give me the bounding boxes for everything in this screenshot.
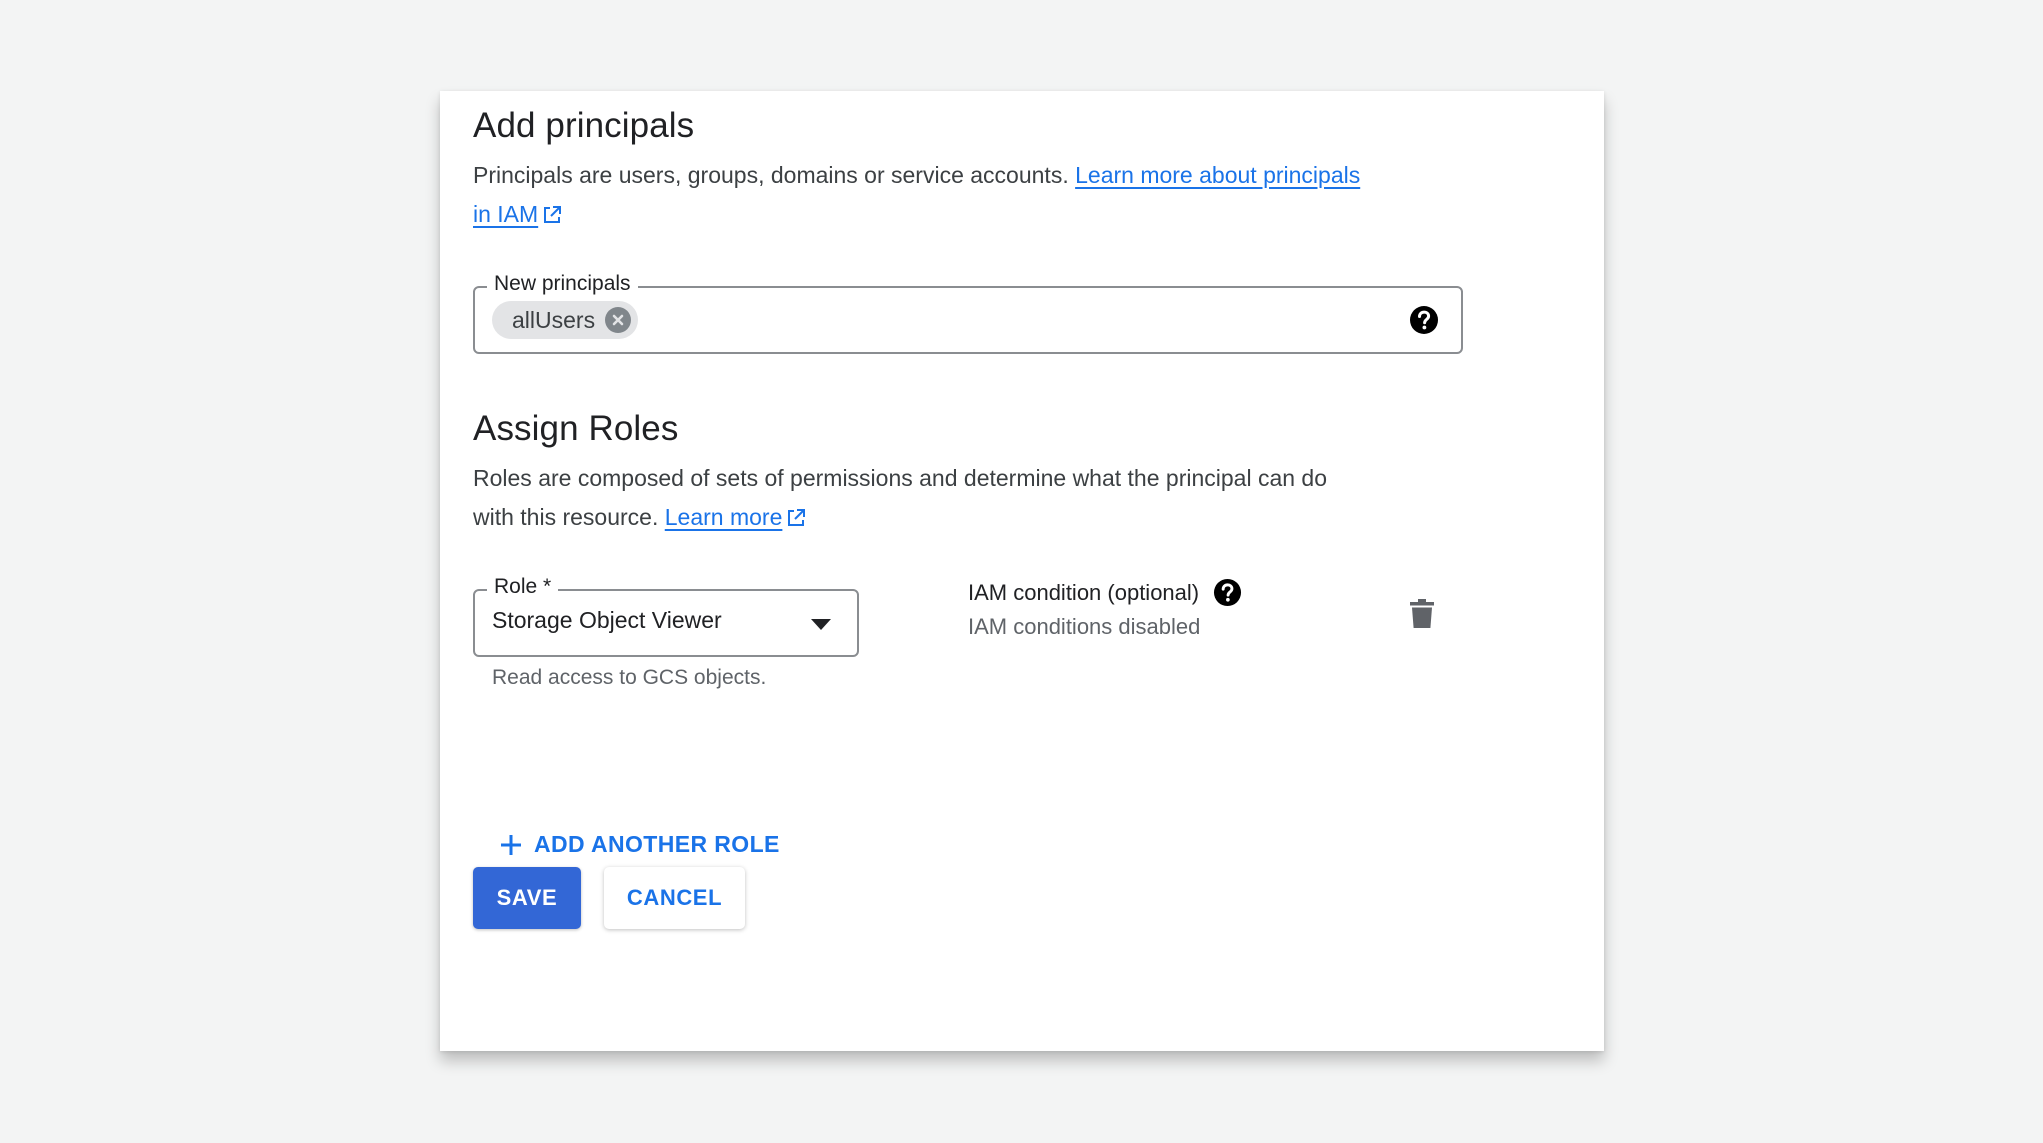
- principals-description: Principals are users, groups, domains or…: [473, 162, 1069, 188]
- trash-icon[interactable]: [1410, 599, 1434, 629]
- plus-icon: [501, 834, 521, 855]
- iam-condition-title: IAM condition (optional): [968, 579, 1200, 605]
- learn-more-principals-link[interactable]: Learn more about principals: [1075, 162, 1360, 188]
- external-link-icon[interactable]: [542, 205, 562, 225]
- role-label: Role *: [487, 572, 559, 602]
- role-select[interactable]: Role * Storage Object Viewer: [473, 572, 859, 657]
- iam-condition-heading: IAM condition (optional): [968, 578, 1242, 607]
- add-another-role-button[interactable]: ADD ANOTHER ROLE: [500, 831, 780, 858]
- save-button[interactable]: SAVE: [473, 867, 581, 929]
- learn-more-principals-link-cont[interactable]: in IAM: [473, 201, 538, 227]
- external-link-icon[interactable]: [786, 508, 806, 528]
- iam-condition-status: IAM conditions disabled: [968, 614, 1201, 639]
- new-principals-label: New principals: [487, 269, 638, 299]
- learn-more-roles-link[interactable]: Learn more: [665, 504, 783, 530]
- role-selected-value: Storage Object Viewer: [492, 607, 722, 633]
- help-icon[interactable]: [1409, 305, 1439, 335]
- role-hint: Read access to GCS objects.: [492, 666, 767, 689]
- chip-close-icon[interactable]: [605, 307, 632, 333]
- assign-roles-title: Assign Roles: [473, 409, 679, 448]
- cancel-button[interactable]: CANCEL: [604, 867, 745, 929]
- roles-description-line2: with this resource.: [473, 504, 659, 530]
- add-principals-panel: Add principals Principals are users, gro…: [440, 91, 1604, 1051]
- new-principals-field[interactable]: New principals allUsers: [473, 269, 1463, 354]
- help-icon[interactable]: [1213, 578, 1242, 607]
- add-principals-title: Add principals: [473, 106, 695, 145]
- principal-chip: allUsers: [492, 301, 639, 339]
- roles-description-line1: Roles are composed of sets of permission…: [473, 465, 1328, 491]
- dropdown-arrow-icon[interactable]: [811, 619, 831, 631]
- add-another-role-label: ADD ANOTHER ROLE: [534, 831, 780, 857]
- principals-description-block: Principals are users, groups, domains or…: [473, 156, 1473, 234]
- principal-chip-label: allUsers: [512, 306, 596, 333]
- roles-description-block: Roles are composed of sets of permission…: [473, 459, 1473, 537]
